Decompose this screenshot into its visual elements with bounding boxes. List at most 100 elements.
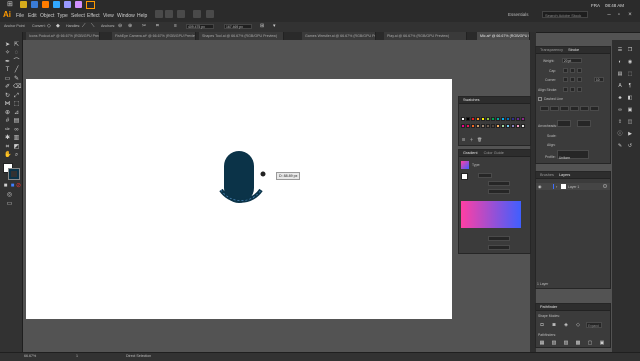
projecting-cap-icon[interactable] <box>577 68 582 73</box>
eraser-tool-icon[interactable]: ⌫ <box>13 84 21 91</box>
x-field[interactable]: 409.475 px <box>186 24 214 29</box>
windows-start-icon[interactable]: ⊞ <box>7 0 16 9</box>
trim-icon[interactable]: ▧ <box>550 339 558 347</box>
rotate-tool-icon[interactable]: ↻ <box>4 93 11 100</box>
miter-join-icon[interactable] <box>563 77 568 82</box>
shape-builder-tool-icon[interactable]: ⊕ <box>4 110 11 117</box>
gradient-aspect-field[interactable] <box>488 189 510 194</box>
color-swatch[interactable] <box>476 117 480 121</box>
tab-games-wrestler[interactable]: Games Wrestler.ai @ 66.67% (RGB/GPU Prev… <box>302 32 376 40</box>
blend-tool-icon[interactable]: ∞ <box>13 127 20 134</box>
color-swatch[interactable] <box>511 123 515 128</box>
dashed-line-checkbox[interactable] <box>538 97 542 101</box>
menu-file[interactable]: File <box>16 13 24 19</box>
gradient-bar[interactable] <box>461 201 521 228</box>
round-join-icon[interactable] <box>570 77 575 82</box>
round-cap-icon[interactable] <box>570 68 575 73</box>
layer-name[interactable]: Layer 1 <box>568 185 579 189</box>
gradient-tool-icon[interactable]: ▤ <box>13 118 20 125</box>
workspace-switcher[interactable]: Essentials <box>508 12 529 17</box>
info-icon[interactable]: ⓘ <box>616 130 624 138</box>
lasso-tool-icon[interactable]: ◌ <box>13 50 20 57</box>
asset-export-icon[interactable]: ⇪ <box>616 118 624 126</box>
appearance-icon[interactable]: ◉ <box>626 58 634 66</box>
taskbar-premiere-icon[interactable] <box>64 1 71 8</box>
divide-icon[interactable]: ▦ <box>538 339 546 347</box>
gradient-panel-title[interactable]: Gradient <box>463 150 478 156</box>
gradient-angle-field[interactable] <box>488 181 510 186</box>
mesh-tool-icon[interactable]: # <box>4 118 11 125</box>
color-swatch[interactable] <box>501 117 505 121</box>
delete-swatch-icon[interactable]: 🗑 <box>477 137 482 142</box>
pen-tool-icon[interactable]: ✒ <box>4 59 11 66</box>
perspective-grid-tool-icon[interactable]: ⊿ <box>13 110 20 117</box>
color-swatch[interactable] <box>516 117 520 121</box>
butt-cap-icon[interactable] <box>563 68 568 73</box>
transparency-tab[interactable]: Transparency <box>540 47 563 53</box>
miter-limit-field[interactable]: 10 <box>594 77 604 82</box>
dash-field-2[interactable] <box>560 106 569 111</box>
graph-tool-icon[interactable]: ▥ <box>13 135 20 142</box>
outline-icon[interactable]: ▢ <box>586 339 594 347</box>
menu-type[interactable]: Type <box>57 13 68 19</box>
convert-smooth-icon[interactable]: ◆ <box>56 23 62 29</box>
visibility-eye-icon[interactable]: ◉ <box>538 184 542 189</box>
swatch-grid[interactable] <box>461 117 527 129</box>
shaper-tool-icon[interactable]: ✐ <box>4 84 11 91</box>
menu-window[interactable]: Window <box>117 13 135 19</box>
zoom-level[interactable]: 66.67% <box>24 354 36 358</box>
line-tool-icon[interactable]: ╱ <box>13 67 20 74</box>
navigator-icon[interactable]: ◫ <box>626 118 634 126</box>
character-icon[interactable]: A <box>616 82 624 90</box>
align-inside-icon[interactable] <box>570 87 575 92</box>
taskbar-folder-icon[interactable] <box>20 1 27 8</box>
end-arrowhead-select[interactable] <box>577 120 591 127</box>
symbol-sprayer-tool-icon[interactable]: ✱ <box>4 135 11 142</box>
properties-icon[interactable]: ☰ <box>616 46 624 54</box>
drawing-mode-icon[interactable]: ◎ <box>6 192 13 199</box>
transform-panel-icon[interactable]: ⬚ <box>626 70 634 78</box>
free-transform-tool-icon[interactable]: ⬚ <box>13 101 20 108</box>
more-options-icon[interactable]: ▾ <box>273 23 279 29</box>
actions-icon[interactable]: ▶ <box>626 130 634 138</box>
color-swatch[interactable] <box>461 123 465 128</box>
color-swatch[interactable] <box>486 123 490 128</box>
arrange-icon[interactable] <box>177 10 185 18</box>
gradient-fill-swatch[interactable] <box>461 173 468 180</box>
merge-icon[interactable]: ▨ <box>562 339 570 347</box>
menu-object[interactable]: Object <box>40 13 54 19</box>
gap-field-2[interactable] <box>570 106 579 111</box>
tab-play[interactable]: Play.ai @ 66.67% (RGB/GPU Preview) <box>384 32 467 40</box>
stroke-weight-field[interactable]: 20 pt <box>562 58 582 63</box>
align-outside-icon[interactable] <box>577 87 582 92</box>
minimize-icon[interactable]: – <box>606 12 612 18</box>
color-swatch[interactable] <box>521 123 525 128</box>
artboard-tool-icon[interactable]: ⌗ <box>4 144 11 151</box>
direct-selection-tool-icon[interactable]: ⇱ <box>13 42 20 49</box>
color-swatch[interactable] <box>481 117 485 121</box>
bevel-join-icon[interactable] <box>577 77 582 82</box>
tab-mic[interactable]: Mic.ai* @ 66.67% (RGB/GPU Preview) <box>477 32 530 40</box>
symbols-icon[interactable]: ♣ <box>616 94 624 102</box>
brushes-tab[interactable]: Brushes <box>540 172 554 178</box>
curvature-tool-icon[interactable]: ⌒ <box>13 59 20 66</box>
scale-tool-icon[interactable]: ⤢ <box>13 93 20 100</box>
crop-icon[interactable]: ▩ <box>574 339 582 347</box>
gradient-opacity-field[interactable] <box>488 236 510 241</box>
paragraph-icon[interactable]: ¶ <box>626 82 634 90</box>
tab-icons-podcut[interactable]: Icons Podcut.ai* @ 66.67% (RGB/GPU Previ… <box>26 32 100 40</box>
gpu-icon[interactable] <box>206 10 214 18</box>
color-swatch[interactable] <box>496 117 500 121</box>
menu-edit[interactable]: Edit <box>28 13 37 19</box>
align-panel-icon[interactable]: ▤ <box>616 70 624 78</box>
libraries-icon[interactable]: ❒ <box>626 46 634 54</box>
color-swatch[interactable] <box>516 123 520 128</box>
tab-fisheye-camera[interactable]: FishEye Camera.ai* @ 66.67% (RGB/GPU Pre… <box>112 32 196 40</box>
screen-mode-icon[interactable]: ▭ <box>6 201 13 208</box>
align-center-icon[interactable] <box>563 87 568 92</box>
tab-shapes-tool[interactable]: Shapes Tool.ai @ 66.67% (RGB/GPU Preview… <box>199 32 284 40</box>
maximize-icon[interactable]: ▫ <box>616 12 622 18</box>
minus-back-icon[interactable]: ▣ <box>598 339 606 347</box>
dash-field-3[interactable] <box>580 106 589 111</box>
expand-layer-icon[interactable]: › <box>556 184 557 189</box>
